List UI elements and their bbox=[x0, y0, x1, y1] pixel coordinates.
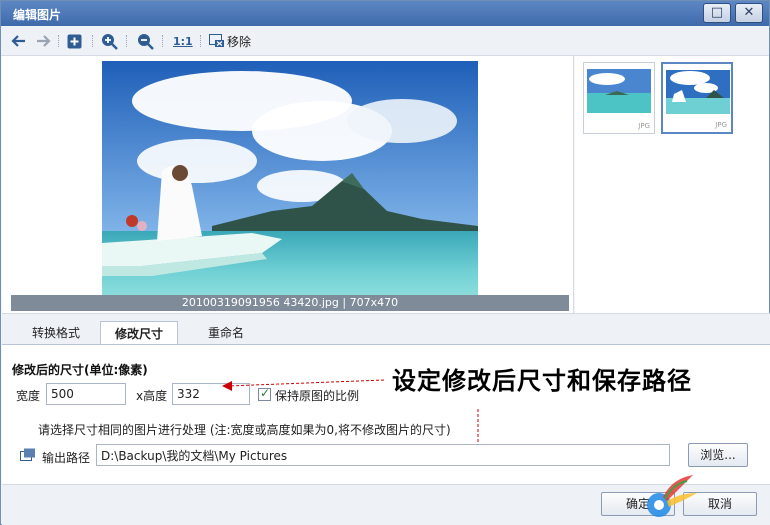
thumbnail-strip: JPG JPG bbox=[575, 56, 769, 313]
thumbnail-badge: JPG bbox=[638, 122, 650, 130]
caption-bar: 20100319091956 43420.jpg | 707x470 bbox=[11, 295, 569, 311]
preview-photo bbox=[102, 61, 478, 311]
image-caption: 20100319091956 43420.jpg | 707x470 bbox=[181, 296, 399, 309]
width-label: 宽度 bbox=[16, 389, 41, 403]
remove-image-icon bbox=[209, 34, 224, 47]
close-button[interactable]: ✕ bbox=[735, 3, 763, 23]
maximize-button[interactable]: □ bbox=[703, 3, 731, 23]
output-path-label: 输出路径 bbox=[42, 451, 91, 465]
resize-section-title: 修改后的尺寸(单位:像素) bbox=[12, 363, 148, 377]
width-input[interactable] bbox=[46, 383, 126, 405]
back-button[interactable] bbox=[11, 30, 27, 52]
ratio-label: 1:1 bbox=[173, 34, 193, 48]
edit-image-window: 编辑图片 □ ✕ 1:1 移除 20100319091956 43420.jpg… bbox=[0, 0, 770, 525]
zoom-out-icon bbox=[138, 33, 154, 50]
resize-note: 请选择尺寸相同的图片进行处理 (注:宽度或高度如果为0,将不修改图片的尺寸) bbox=[38, 423, 451, 437]
title-bar[interactable]: 编辑图片 □ ✕ bbox=[1, 1, 769, 26]
height-label: x高度 bbox=[136, 389, 168, 403]
browse-button[interactable]: 浏览... bbox=[688, 443, 748, 467]
watermark-logo-icon bbox=[647, 475, 697, 517]
resize-panel: 修改后的尺寸(单位:像素) 宽度 x高度 保持原图的比例 设定修改后尺寸和保存路… bbox=[2, 344, 770, 484]
thumbnail-image bbox=[666, 70, 730, 114]
thumbnail-image bbox=[587, 69, 651, 113]
remove-button[interactable]: 移除 bbox=[209, 30, 251, 52]
tab-bar: 转换格式 修改尺寸 重命名 bbox=[2, 313, 770, 347]
thumbnail-badge: JPG bbox=[715, 121, 727, 129]
remove-label: 移除 bbox=[227, 34, 252, 49]
arrow-left-icon bbox=[11, 35, 25, 47]
forward-button[interactable] bbox=[35, 30, 51, 52]
output-path-input[interactable] bbox=[96, 444, 670, 466]
zoom-in-button[interactable] bbox=[101, 30, 118, 52]
arrow-right-icon bbox=[37, 35, 51, 47]
plus-icon bbox=[67, 34, 82, 48]
actual-size-button[interactable]: 1:1 bbox=[173, 30, 193, 52]
zoom-in-icon bbox=[102, 33, 118, 50]
thumbnail-item-selected[interactable]: JPG bbox=[661, 62, 733, 134]
toolbar-separator bbox=[126, 35, 127, 47]
toolbar-separator bbox=[58, 35, 59, 47]
toolbar-separator bbox=[162, 35, 163, 47]
toolbar-separator bbox=[92, 35, 93, 47]
folder-icon bbox=[20, 448, 35, 461]
toolbar: 1:1 移除 bbox=[1, 26, 769, 56]
image-preview-pane: 20100319091956 43420.jpg | 707x470 bbox=[2, 56, 574, 313]
thumbnail-item[interactable]: JPG bbox=[583, 62, 655, 134]
add-button[interactable] bbox=[67, 30, 82, 52]
toolbar-separator bbox=[200, 35, 201, 47]
zoom-out-button[interactable] bbox=[137, 30, 154, 52]
window-title: 编辑图片 bbox=[13, 8, 62, 22]
